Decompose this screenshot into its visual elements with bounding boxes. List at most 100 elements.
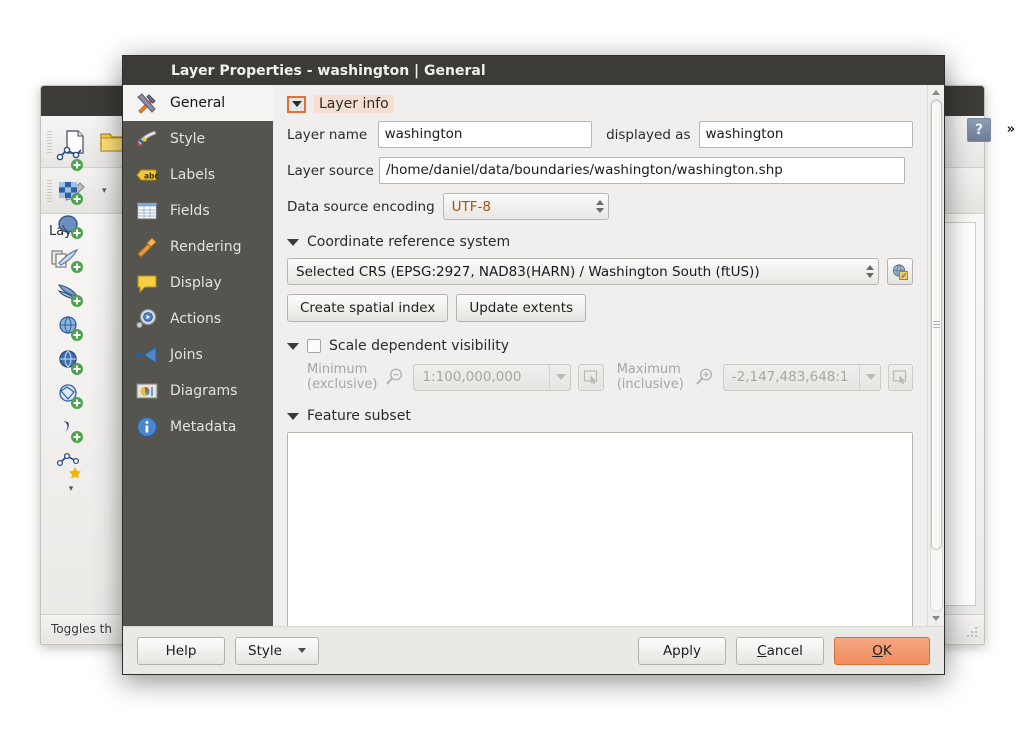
help-icon[interactable]: ? <box>967 118 991 142</box>
layer-info-collapse-button[interactable] <box>287 95 306 113</box>
add-wcs-layer-icon[interactable] <box>56 348 86 378</box>
crs-select[interactable]: Selected CRS (EPSG:2927, NAD83(HARN) / W… <box>287 258 879 285</box>
sidebar-label-metadata: Metadata <box>170 419 237 435</box>
abc-label-icon: abc <box>135 163 159 187</box>
add-spatialite-layer-icon[interactable] <box>56 246 86 276</box>
cancel-button-mnemonic: C <box>757 642 767 659</box>
toolbar-overflow-chevron[interactable]: ▾ <box>69 484 74 494</box>
chevron-down-icon-subset <box>287 412 299 420</box>
sidebar-item-general[interactable]: General <box>123 85 273 121</box>
set-current-scale-min-icon[interactable] <box>578 363 604 391</box>
add-postgis-layer-icon[interactable] <box>56 212 86 242</box>
help-button[interactable]: Help <box>137 636 225 665</box>
layer-info-header: Layer info <box>287 95 913 113</box>
maximum-scale-input[interactable]: -2,147,483,648:1 <box>722 363 881 391</box>
feature-subset-textarea[interactable] <box>287 432 913 626</box>
sidebar-item-rendering[interactable]: Rendering <box>123 229 273 265</box>
brush-icon <box>135 127 159 151</box>
style-button-label: Style <box>248 642 282 659</box>
sidebar-label-style: Style <box>170 131 206 147</box>
maximum-scale-label: Maximum (inclusive) <box>617 362 687 392</box>
minimum-scale-label-line2: (exclusive) <box>307 377 378 392</box>
sidebar-item-joins[interactable]: Joins <box>123 337 273 373</box>
cancel-button-rest: ancel <box>766 642 803 659</box>
create-spatial-index-button[interactable]: Create spatial index <box>287 294 449 322</box>
scrollbar-thumb[interactable] <box>930 100 942 550</box>
magnifier-minus-icon <box>384 366 406 388</box>
sidebar-label-fields: Fields <box>170 203 210 219</box>
chevron-down-icon-min-scale <box>556 374 567 380</box>
sidebar-label-diagrams: Diagrams <box>170 383 238 399</box>
minimum-scale-input[interactable]: 1:100,000,000 <box>413 363 572 391</box>
maximum-scale-label-line1: Maximum <box>616 362 681 377</box>
sidebar-item-fields[interactable]: Fields <box>123 193 273 229</box>
chart-image-icon <box>135 379 159 403</box>
scale-visibility-header[interactable]: Scale dependent visibility <box>287 338 913 354</box>
encoding-select[interactable]: UTF-8 <box>442 193 609 220</box>
set-current-scale-max-icon[interactable] <box>887 363 913 391</box>
content-vertical-scrollbar[interactable] <box>927 85 944 626</box>
add-delimited-text-layer-icon[interactable] <box>56 416 86 446</box>
dialog-title: Layer Properties - washington | General <box>171 62 486 79</box>
crs-buttons-row: Create spatial index Update extents <box>287 294 913 322</box>
table-icon <box>135 199 159 223</box>
broom-icon <box>135 235 159 259</box>
feature-subset-title: Feature subset <box>307 408 411 424</box>
ok-button-mnemonic: O <box>872 642 883 659</box>
add-wfs-layer-icon[interactable] <box>56 382 86 412</box>
svg-text:abc: abc <box>144 172 159 181</box>
sidebar-label-labels: Labels <box>170 167 216 183</box>
update-extents-button[interactable]: Update extents <box>456 294 587 322</box>
screen: QGIS <box>0 0 1027 741</box>
layer-name-row: Layer name washington displayed as washi… <box>287 121 914 148</box>
scroll-down-icon[interactable] <box>932 616 940 621</box>
add-vector-layer-icon[interactable] <box>56 144 86 174</box>
scale-visibility-checkbox[interactable] <box>307 339 321 353</box>
new-memory-layer-icon[interactable] <box>56 450 86 480</box>
displayed-as-label: displayed as <box>606 126 691 143</box>
toolbar-overflow-icon[interactable]: » <box>1007 122 1015 137</box>
layer-source-label: Layer source <box>287 162 374 179</box>
add-wms-layer-icon[interactable] <box>56 314 86 344</box>
encoding-spinner-icon <box>590 200 604 213</box>
style-menu-button[interactable]: Style <box>235 636 319 665</box>
crs-header[interactable]: Coordinate reference system <box>287 234 913 250</box>
sidebar-item-metadata[interactable]: Metadata <box>123 409 273 445</box>
sidebar-item-style[interactable]: Style <box>123 121 273 157</box>
add-mssql-layer-icon[interactable] <box>56 280 86 310</box>
layer-name-input[interactable]: washington <box>377 121 593 148</box>
add-raster-layer-icon[interactable] <box>56 178 86 208</box>
apply-button[interactable]: Apply <box>638 636 726 665</box>
crs-title: Coordinate reference system <box>307 234 511 250</box>
feature-subset-header[interactable]: Feature subset <box>287 408 913 424</box>
layer-source-row: Layer source /home/daniel/data/boundarie… <box>287 157 913 184</box>
encoding-value: UTF-8 <box>451 198 491 215</box>
scrollbar-track[interactable] <box>929 99 943 612</box>
layer-source-input[interactable]: /home/daniel/data/boundaries/washington/… <box>379 157 905 184</box>
sidebar-item-labels[interactable]: abc Labels <box>123 157 273 193</box>
cancel-button[interactable]: Cancel <box>736 636 824 665</box>
dialog-sidebar: General Style abc Labels Fields Renderin… <box>123 85 273 626</box>
sidebar-label-actions: Actions <box>170 311 222 327</box>
displayed-as-input[interactable]: washington <box>698 121 914 148</box>
window-resize-grip[interactable] <box>966 626 980 640</box>
crs-value: Selected CRS (EPSG:2927, NAD83(HARN) / W… <box>296 263 760 280</box>
status-message: Toggles th <box>51 621 112 636</box>
globe-select-crs-icon[interactable] <box>887 258 913 285</box>
ok-button[interactable]: OK <box>834 636 930 665</box>
sidebar-item-display[interactable]: Display <box>123 265 273 301</box>
scroll-up-icon[interactable] <box>932 90 940 95</box>
layer-properties-dialog: Layer Properties - washington | General … <box>122 55 945 675</box>
sidebar-label-joins: Joins <box>170 347 203 363</box>
dialog-title-bar: Layer Properties - washington | General <box>123 56 944 85</box>
dialog-footer: Help Style Apply Cancel OK <box>123 626 944 674</box>
sidebar-item-actions[interactable]: Actions <box>123 301 273 337</box>
minimum-scale-label-line1: Minimum <box>307 362 368 377</box>
qgis-manage-layers-toolbar: ▾ <box>40 140 102 610</box>
chevron-down-icon-crs <box>287 238 299 246</box>
chevron-down-icon <box>291 101 302 107</box>
info-icon <box>135 415 159 439</box>
encoding-row: Data source encoding UTF-8 <box>287 193 913 220</box>
speech-bubble-icon <box>135 271 159 295</box>
sidebar-item-diagrams[interactable]: Diagrams <box>123 373 273 409</box>
